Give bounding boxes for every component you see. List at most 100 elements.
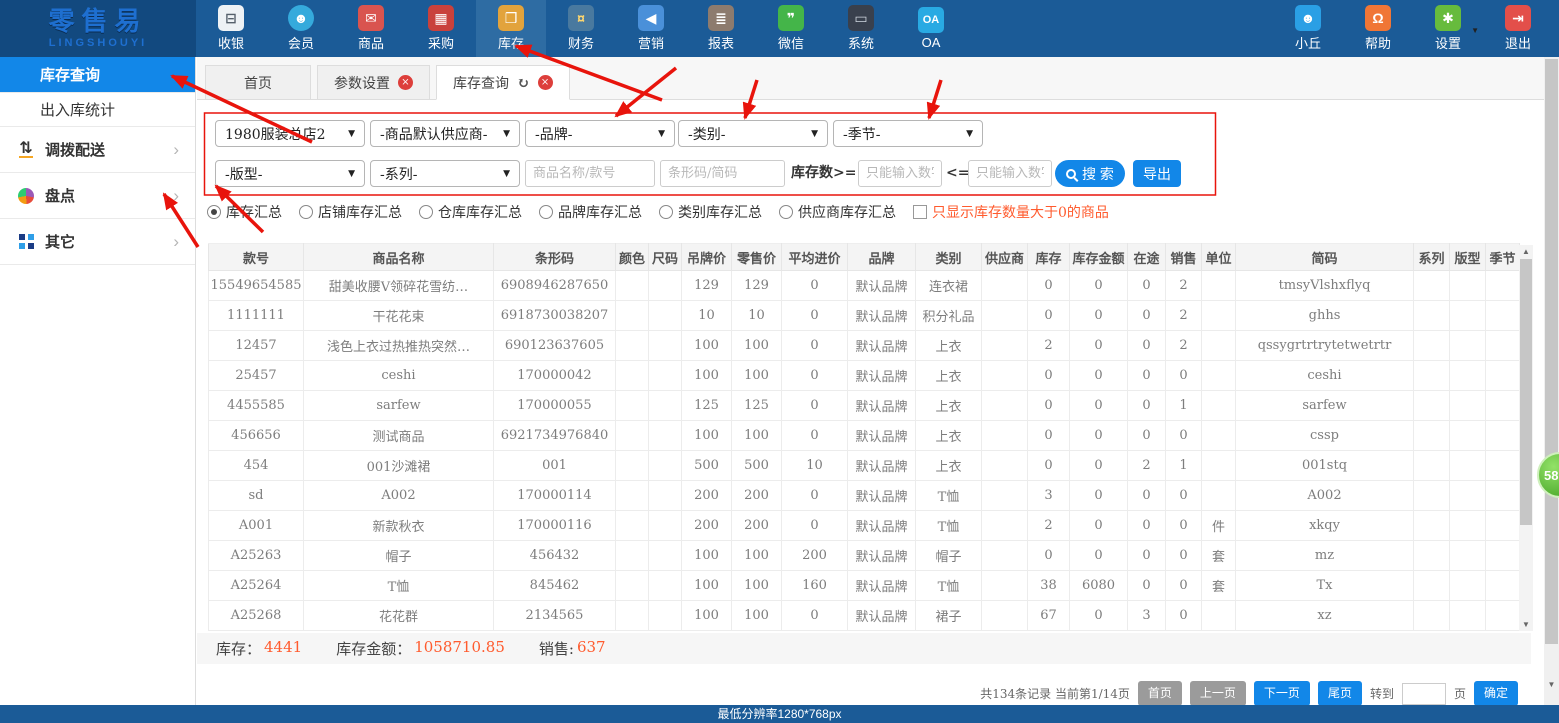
nav-item-logout[interactable]: ⇥ 退出 — [1483, 0, 1553, 57]
only-positive-stock-checkbox[interactable]: 只显示库存数量大于0的商品 — [913, 202, 1109, 222]
store-select[interactable]: 1980服装总店2 ▼ — [215, 120, 365, 147]
column-header[interactable]: 零售价 — [732, 244, 782, 271]
export-button[interactable]: 导出 — [1133, 160, 1181, 187]
nav-item-product[interactable]: ✉ 商品 — [336, 0, 406, 57]
column-header[interactable]: 吊牌价 — [682, 244, 732, 271]
page-scrollbar-thumb[interactable] — [1545, 59, 1558, 644]
column-header[interactable]: 库存金额 — [1070, 244, 1128, 271]
radio-summary-mode-4[interactable]: 类别库存汇总 — [659, 202, 762, 222]
product-name-input[interactable] — [525, 160, 655, 187]
column-header[interactable]: 尺码 — [649, 244, 682, 271]
nav-item-oa[interactable]: OA OA — [896, 0, 966, 57]
nav-item-purchase[interactable]: ▦ 采购 — [406, 0, 476, 57]
page-scroll-down-icon[interactable]: ▼ — [1544, 678, 1559, 691]
tab-param-settings[interactable]: 参数设置 × — [317, 65, 430, 100]
column-header[interactable]: 供应商 — [982, 244, 1028, 271]
summary-item: 库存金额： 1058710.85 — [336, 638, 505, 659]
nav-right: ☻ 小丘 Ω 帮助 ✱ 设置 ▼ ⇥ 退出 — [1273, 0, 1553, 57]
column-header[interactable]: 版型 — [1450, 244, 1486, 271]
sidebar-item-others[interactable]: 其它 › — [0, 219, 195, 265]
nav-item-member[interactable]: ☻ 会员 — [266, 0, 336, 57]
close-icon[interactable]: × — [538, 75, 553, 90]
series-select[interactable]: -系列- ▼ — [370, 160, 520, 187]
radio-summary-mode-2[interactable]: 仓库库存汇总 — [419, 202, 522, 222]
page-上一页-button[interactable]: 上一页 — [1190, 681, 1246, 706]
column-header[interactable]: 库存 — [1028, 244, 1070, 271]
table-row[interactable]: A001新款秋衣1700001162002000默认品牌T恤2000件xkqy — [209, 511, 1520, 541]
close-icon[interactable]: × — [398, 75, 413, 90]
megaphone-icon: ◀ — [638, 5, 664, 31]
table-row[interactable]: 25457ceshi1700000421001000默认品牌上衣0000cesh… — [209, 361, 1520, 391]
page-首页-button[interactable]: 首页 — [1138, 681, 1182, 706]
page-scrollbar[interactable]: ▼ — [1544, 57, 1559, 705]
table-row[interactable]: 4455585sarfew1700000551251250默认品牌上衣0001s… — [209, 391, 1520, 421]
category-select[interactable]: -类别- ▼ — [678, 120, 828, 147]
scroll-down-icon[interactable]: ▼ — [1519, 618, 1533, 631]
pattern-select[interactable]: -版型- ▼ — [215, 160, 365, 187]
finance-abacus-icon: ¤ — [568, 5, 594, 31]
nav-item-settings[interactable]: ✱ 设置 ▼ — [1413, 0, 1483, 57]
logo-title: 零售易 — [48, 8, 147, 34]
chevron-down-icon: ▼ — [348, 169, 355, 179]
stock-max-input[interactable] — [968, 160, 1052, 187]
nav-item-marketing[interactable]: ◀ 营销 — [616, 0, 686, 57]
radio-summary-mode-5[interactable]: 供应商库存汇总 — [779, 202, 896, 222]
column-header[interactable]: 销售 — [1166, 244, 1202, 271]
jump-confirm-button[interactable]: 确定 — [1474, 681, 1518, 706]
supplier-select[interactable]: -商品默认供应商- ▼ — [370, 120, 520, 147]
table-row[interactable]: A25263帽子456432100100200默认品牌帽子0000套mz — [209, 541, 1520, 571]
table-row[interactable]: A25268花花群21345651001000默认品牌裙子67030xz — [209, 601, 1520, 631]
table-row[interactable]: 456656测试商品69217349768401001000默认品牌上衣0000… — [209, 421, 1520, 451]
column-header[interactable]: 颜色 — [616, 244, 649, 271]
table-row[interactable]: 1111111干花花束691873003820710100默认品牌积分礼品000… — [209, 301, 1520, 331]
nav-item-cashier[interactable]: ⊟ 收银 — [196, 0, 266, 57]
radio-summary-mode-0[interactable]: 库存汇总 — [207, 202, 282, 222]
column-header[interactable]: 在途 — [1128, 244, 1166, 271]
page-尾页-button[interactable]: 尾页 — [1318, 681, 1362, 706]
stock-min-input[interactable] — [858, 160, 942, 187]
radio-summary-mode-3[interactable]: 品牌库存汇总 — [539, 202, 642, 222]
table-scrollbar-thumb[interactable] — [1520, 259, 1532, 525]
barcode-input[interactable] — [660, 160, 785, 187]
column-header[interactable]: 单位 — [1202, 244, 1236, 271]
radio-summary-mode-1[interactable]: 店铺库存汇总 — [299, 202, 402, 222]
refresh-icon[interactable]: ↻ — [517, 74, 530, 92]
season-select[interactable]: -季节- ▼ — [833, 120, 983, 147]
search-button[interactable]: 搜 索 — [1055, 160, 1125, 187]
column-header[interactable]: 简码 — [1236, 244, 1414, 271]
nav-item-user[interactable]: ☻ 小丘 — [1273, 0, 1343, 57]
column-header[interactable]: 类别 — [916, 244, 982, 271]
nav-item-inventory[interactable]: ❒ 库存 — [476, 0, 546, 57]
nav-item-system[interactable]: ▭ 系统 — [826, 0, 896, 57]
sidebar-item-stock-query[interactable]: 库存查询 — [0, 57, 195, 93]
column-header[interactable]: 系列 — [1414, 244, 1450, 271]
table-row[interactable]: 454001沙滩裙00150050010默认品牌上衣0021001stq — [209, 451, 1520, 481]
column-header[interactable]: 平均进价 — [782, 244, 848, 271]
nav-item-finance[interactable]: ¤ 财务 — [546, 0, 616, 57]
tab-home[interactable]: 首页 — [205, 65, 311, 100]
less-equal-label: <= — [946, 160, 969, 187]
table-row[interactable]: 12457浅色上衣过热推热突然…6901236376051001000默认品牌上… — [209, 331, 1520, 361]
brand-select[interactable]: -品牌- ▼ — [525, 120, 675, 147]
column-header[interactable]: 条形码 — [494, 244, 616, 271]
nav-item-label: 收银 — [218, 33, 244, 52]
column-header[interactable]: 款号 — [209, 244, 304, 271]
nav-item-report[interactable]: ≣ 报表 — [686, 0, 756, 57]
jump-page-input[interactable] — [1402, 683, 1446, 705]
tab-stock-query[interactable]: 库存查询 ↻ × — [436, 65, 570, 100]
table-row[interactable]: sdA0021700001142002000默认品牌T恤3000A002 — [209, 481, 1520, 511]
sidebar-item-transfer-delivery[interactable]: ⇅ 调拨配送 › — [0, 127, 195, 173]
scroll-up-icon[interactable]: ▲ — [1519, 245, 1533, 258]
column-header[interactable]: 季节 — [1486, 244, 1520, 271]
column-header[interactable]: 品牌 — [848, 244, 916, 271]
page-下一页-button[interactable]: 下一页 — [1254, 681, 1310, 706]
table-row[interactable]: A25264T恤845462100100160默认品牌T恤38608000套Tx — [209, 571, 1520, 601]
table-scrollbar[interactable]: ▲ ▼ — [1519, 245, 1533, 631]
nav-item-wechat[interactable]: ❞ 微信 — [756, 0, 826, 57]
nav-item-help[interactable]: Ω 帮助 — [1343, 0, 1413, 57]
sidebar-item-stocktake[interactable]: 盘点 › — [0, 173, 195, 219]
summary-item: 销售: 637 — [539, 638, 606, 659]
sidebar-item-in-out-stats[interactable]: 出入库统计 — [0, 93, 195, 127]
column-header[interactable]: 商品名称 — [304, 244, 494, 271]
table-row[interactable]: 15549654585甜美收腰V领碎花雪纺…690894628765012912… — [209, 271, 1520, 301]
